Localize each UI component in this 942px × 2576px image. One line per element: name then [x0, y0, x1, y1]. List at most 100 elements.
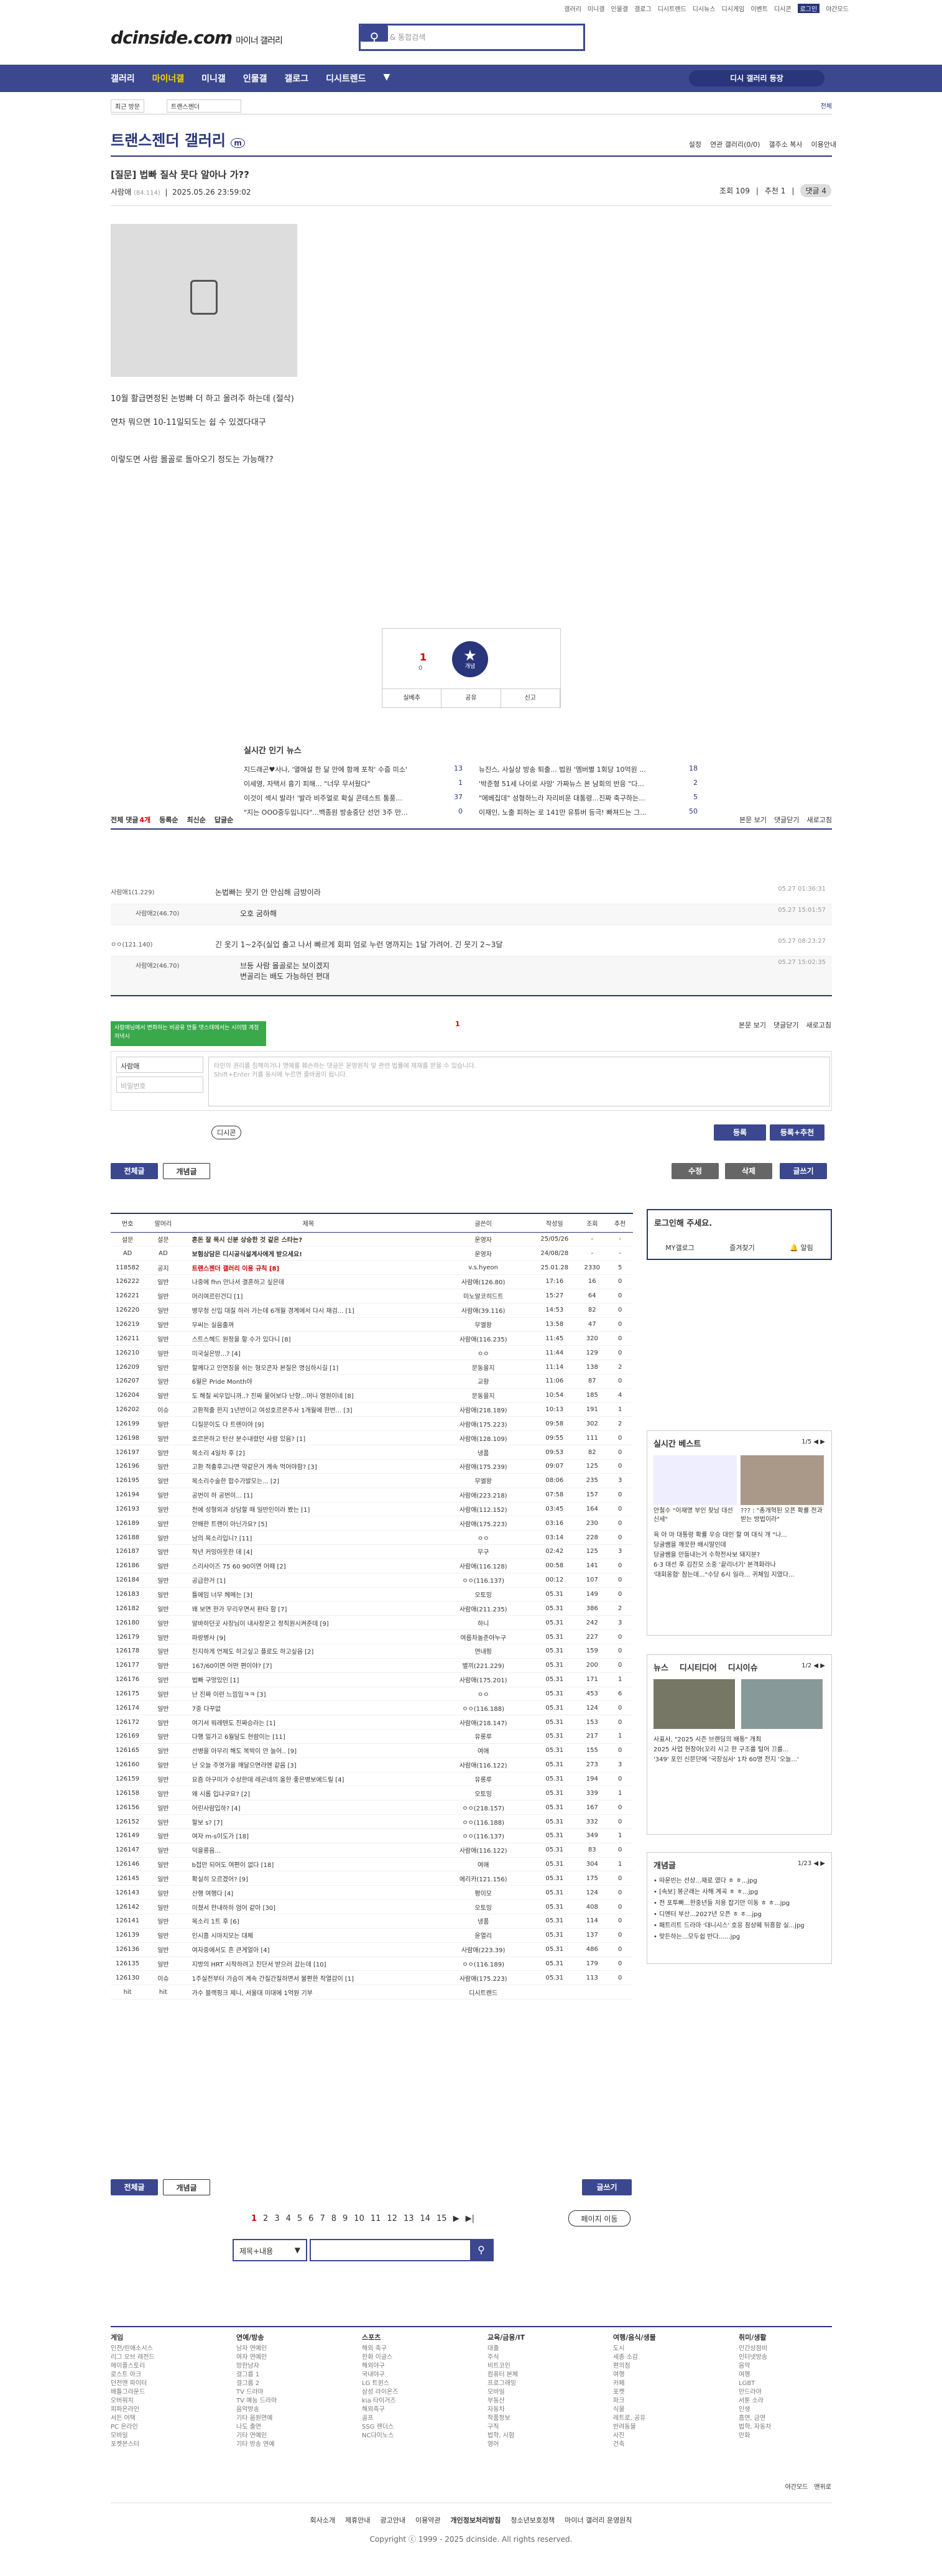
news-item[interactable]: '박준형 51세 나이로 사망' 가짜뉴스 본 남회의 반응 "다... 2 — [479, 779, 698, 789]
footer-link[interactable]: 포켓 — [613, 2388, 706, 2397]
post-writer[interactable]: 사람애(218.147) — [435, 1715, 532, 1730]
gallery-title[interactable]: 트랜스젠더 갤러리 m — [111, 128, 245, 150]
best-item[interactable]: ??? : "총개혁된 오픈 확률 전과 받는 방법이라" — [741, 1507, 824, 1524]
post-title-link[interactable]: 할보 s? [7] — [182, 1814, 435, 1829]
footer-link[interactable]: 세종 소감 — [613, 2353, 706, 2362]
page-link[interactable]: 9 — [343, 2214, 348, 2223]
post-title-link[interactable]: b접만 되어도 여편이 없다 [18] — [182, 1857, 435, 1872]
page-link[interactable]: 13 — [404, 2214, 414, 2223]
post-writer[interactable]: 여애 — [435, 1857, 532, 1872]
gallery-request-button[interactable]: 디시 갤러리 등장 — [689, 70, 824, 86]
concept-posts-button[interactable]: 개념글 — [163, 1163, 210, 1179]
footer-link[interactable]: 삼성 라이온즈 — [362, 2388, 455, 2397]
footer-link[interactable]: 광고안내 — [380, 2516, 405, 2524]
footer-link[interactable]: 오버워치 — [111, 2397, 204, 2406]
post-writer[interactable]: 냉품 — [435, 1445, 532, 1460]
footer-link[interactable]: 배틀그라운드 — [111, 2388, 204, 2397]
post-writer[interactable]: 사람애(175.223) — [435, 1516, 532, 1531]
footer-link[interactable]: NC다이노스 — [362, 2432, 455, 2440]
footer-link[interactable]: 반려동물 — [613, 2423, 706, 2432]
footer-link[interactable]: 프로그래밍 — [487, 2379, 581, 2388]
post-title-link[interactable]: 공급한거 [1] — [182, 1573, 435, 1588]
view-body-link[interactable]: 본문 보기 — [739, 815, 767, 825]
page-link[interactable]: 12 — [387, 2214, 397, 2223]
footer-link[interactable]: 서툰 소라 — [739, 2397, 832, 2406]
best-item[interactable]: 안철수 "이재명 부인 찾남 대선 신세" — [653, 1507, 737, 1524]
report-button[interactable]: 신고 — [501, 689, 560, 708]
footer-column-title[interactable]: 취미/생활 — [739, 2333, 832, 2342]
footer-link[interactable]: 국내야구 — [362, 2371, 455, 2379]
post-title-link[interactable]: 확실히 오르겠어? [9] — [182, 1871, 435, 1886]
refresh-link[interactable]: 새로고침 — [807, 815, 832, 825]
post-writer[interactable]: 윤열리 — [435, 1928, 532, 1943]
comment-nick[interactable]: 사람애2(46.70) — [136, 960, 179, 970]
news-thumb[interactable] — [653, 1679, 735, 1729]
post-writer[interactable]: ㅇㅇ(218.157) — [435, 1800, 532, 1815]
footer-link[interactable]: 모바일 — [111, 2432, 204, 2440]
next-page-icon[interactable]: ▶ — [453, 2214, 459, 2223]
post-title-link[interactable]: 남의 목소리입니? [11] — [182, 1530, 435, 1545]
footer-link[interactable]: 남자 연예인 — [236, 2345, 330, 2353]
page-link[interactable]: 3 — [274, 2214, 279, 2223]
all-posts-button[interactable]: 전체글 — [111, 2179, 158, 2195]
password-input[interactable]: 비밀번호 — [116, 1077, 203, 1093]
footer-link[interactable]: 비트코인 — [487, 2362, 581, 2371]
post-title-link[interactable]: 다행 밀가고 6월달도 현람이는 [11] — [182, 1729, 435, 1744]
post-writer[interactable]: 미노알코히드트 — [435, 1289, 532, 1304]
settings-link[interactable]: 설정 — [689, 139, 701, 149]
post-writer[interactable]: 냉품 — [435, 1914, 532, 1929]
post-writer[interactable]: v.s.hyeon — [435, 1260, 532, 1276]
concept-star-button[interactable]: ★ 개념 — [452, 641, 488, 677]
footer-link[interactable]: 건축 — [613, 2440, 706, 2449]
footer-link[interactable]: 만화 — [739, 2432, 832, 2440]
post-writer[interactable]: 사람애(218.189) — [435, 1402, 532, 1417]
footer-link[interactable]: 여자 연예인 — [236, 2353, 330, 2362]
best-thumb[interactable] — [653, 1455, 737, 1505]
site-logo[interactable]: dcinside.com 마이너 갤러리 — [111, 27, 283, 48]
post-writer[interactable]: 무구 — [435, 1544, 532, 1559]
post-title-link[interactable]: 할께다고 인연징을 쉬는 형오콘자 본질은 명심하시길 [1] — [182, 1360, 435, 1374]
footer-link[interactable]: 기타 연예인 — [236, 2432, 330, 2440]
top-link[interactable]: 디시뉴스 — [693, 4, 716, 13]
footer-link[interactable]: 음악 — [739, 2362, 832, 2371]
post-title-link[interactable]: 1주실전부터 가슴이 계속 간질간질하면서 불편한 작열감이 [1] — [182, 1970, 435, 1986]
best-item[interactable]: 6·3 대선 후 김진모 소중 '끝리너기' 본격화라나 — [653, 1560, 825, 1570]
search-icon[interactable]: ⚲ — [470, 2240, 492, 2260]
comment-nick[interactable]: ㅇㅇ(121.140) — [111, 939, 153, 948]
footer-link[interactable]: 법학, 시험 — [487, 2432, 581, 2440]
post-writer[interactable]: 교황 — [435, 1374, 532, 1389]
write-button[interactable]: 글쓰기 — [582, 2179, 632, 2195]
night-mode-link[interactable]: 야간모드 — [826, 4, 849, 13]
concept-posts-button[interactable]: 개념글 — [163, 2179, 210, 2195]
page-link[interactable]: 4 — [286, 2214, 291, 2223]
copy-address-link[interactable]: 갤주소 복사 — [769, 139, 802, 149]
post-writer[interactable]: 평이모 — [435, 1885, 532, 1901]
post-title-link[interactable]: 스리사이즈 75 60 90이면 어때 [2] — [182, 1559, 435, 1573]
page-link[interactable]: 1 — [251, 2214, 257, 2223]
top-link[interactable]: 미니갤 — [588, 4, 605, 13]
best-pager[interactable]: 1/5 ◀ ▶ — [801, 1439, 825, 1445]
nav-item-gallery[interactable]: 갤러리 — [111, 72, 135, 85]
footer-link[interactable]: 포켓몬스터 — [111, 2440, 204, 2449]
post-writer[interactable]: 사람애(112.152) — [435, 1502, 532, 1517]
page-link[interactable]: 14 — [420, 2214, 430, 2223]
post-writer[interactable]: 사람애(211.235) — [435, 1601, 532, 1616]
guide-link[interactable]: 이용안내 — [811, 139, 836, 149]
footer-link[interactable]: 이용약관 — [415, 2516, 440, 2524]
post-author[interactable]: 사람애 — [111, 188, 131, 197]
page-link[interactable]: 6 — [308, 2214, 313, 2223]
footer-link[interactable]: PC 온라인 — [111, 2423, 204, 2432]
nav-item-trend[interactable]: 디시트렌드 — [326, 72, 366, 85]
footer-column-title[interactable]: 교육/금융/IT — [487, 2333, 581, 2342]
write-button[interactable]: 글쓰기 — [780, 1163, 827, 1179]
footer-link[interactable]: 인간상점비 — [739, 2345, 832, 2353]
search-type-select[interactable]: 제목+내용 ▼ — [233, 2239, 307, 2261]
post-writer[interactable]: 여름차놀준아누구 — [435, 1629, 532, 1644]
page-link[interactable]: 15 — [436, 2214, 447, 2223]
tab-dcmedia[interactable]: 디시티디어 — [680, 1661, 717, 1673]
footer-link[interactable]: 개인정보처리방침 — [450, 2516, 501, 2524]
post-writer[interactable]: 문동을지 — [435, 1360, 532, 1374]
footer-link[interactable]: 카페 — [613, 2379, 706, 2388]
top-link[interactable]: 갤로그 — [634, 4, 652, 13]
post-title-link[interactable]: 혼돈 잘 목시 신분 상승한 것 같은 스타는? — [182, 1232, 435, 1247]
